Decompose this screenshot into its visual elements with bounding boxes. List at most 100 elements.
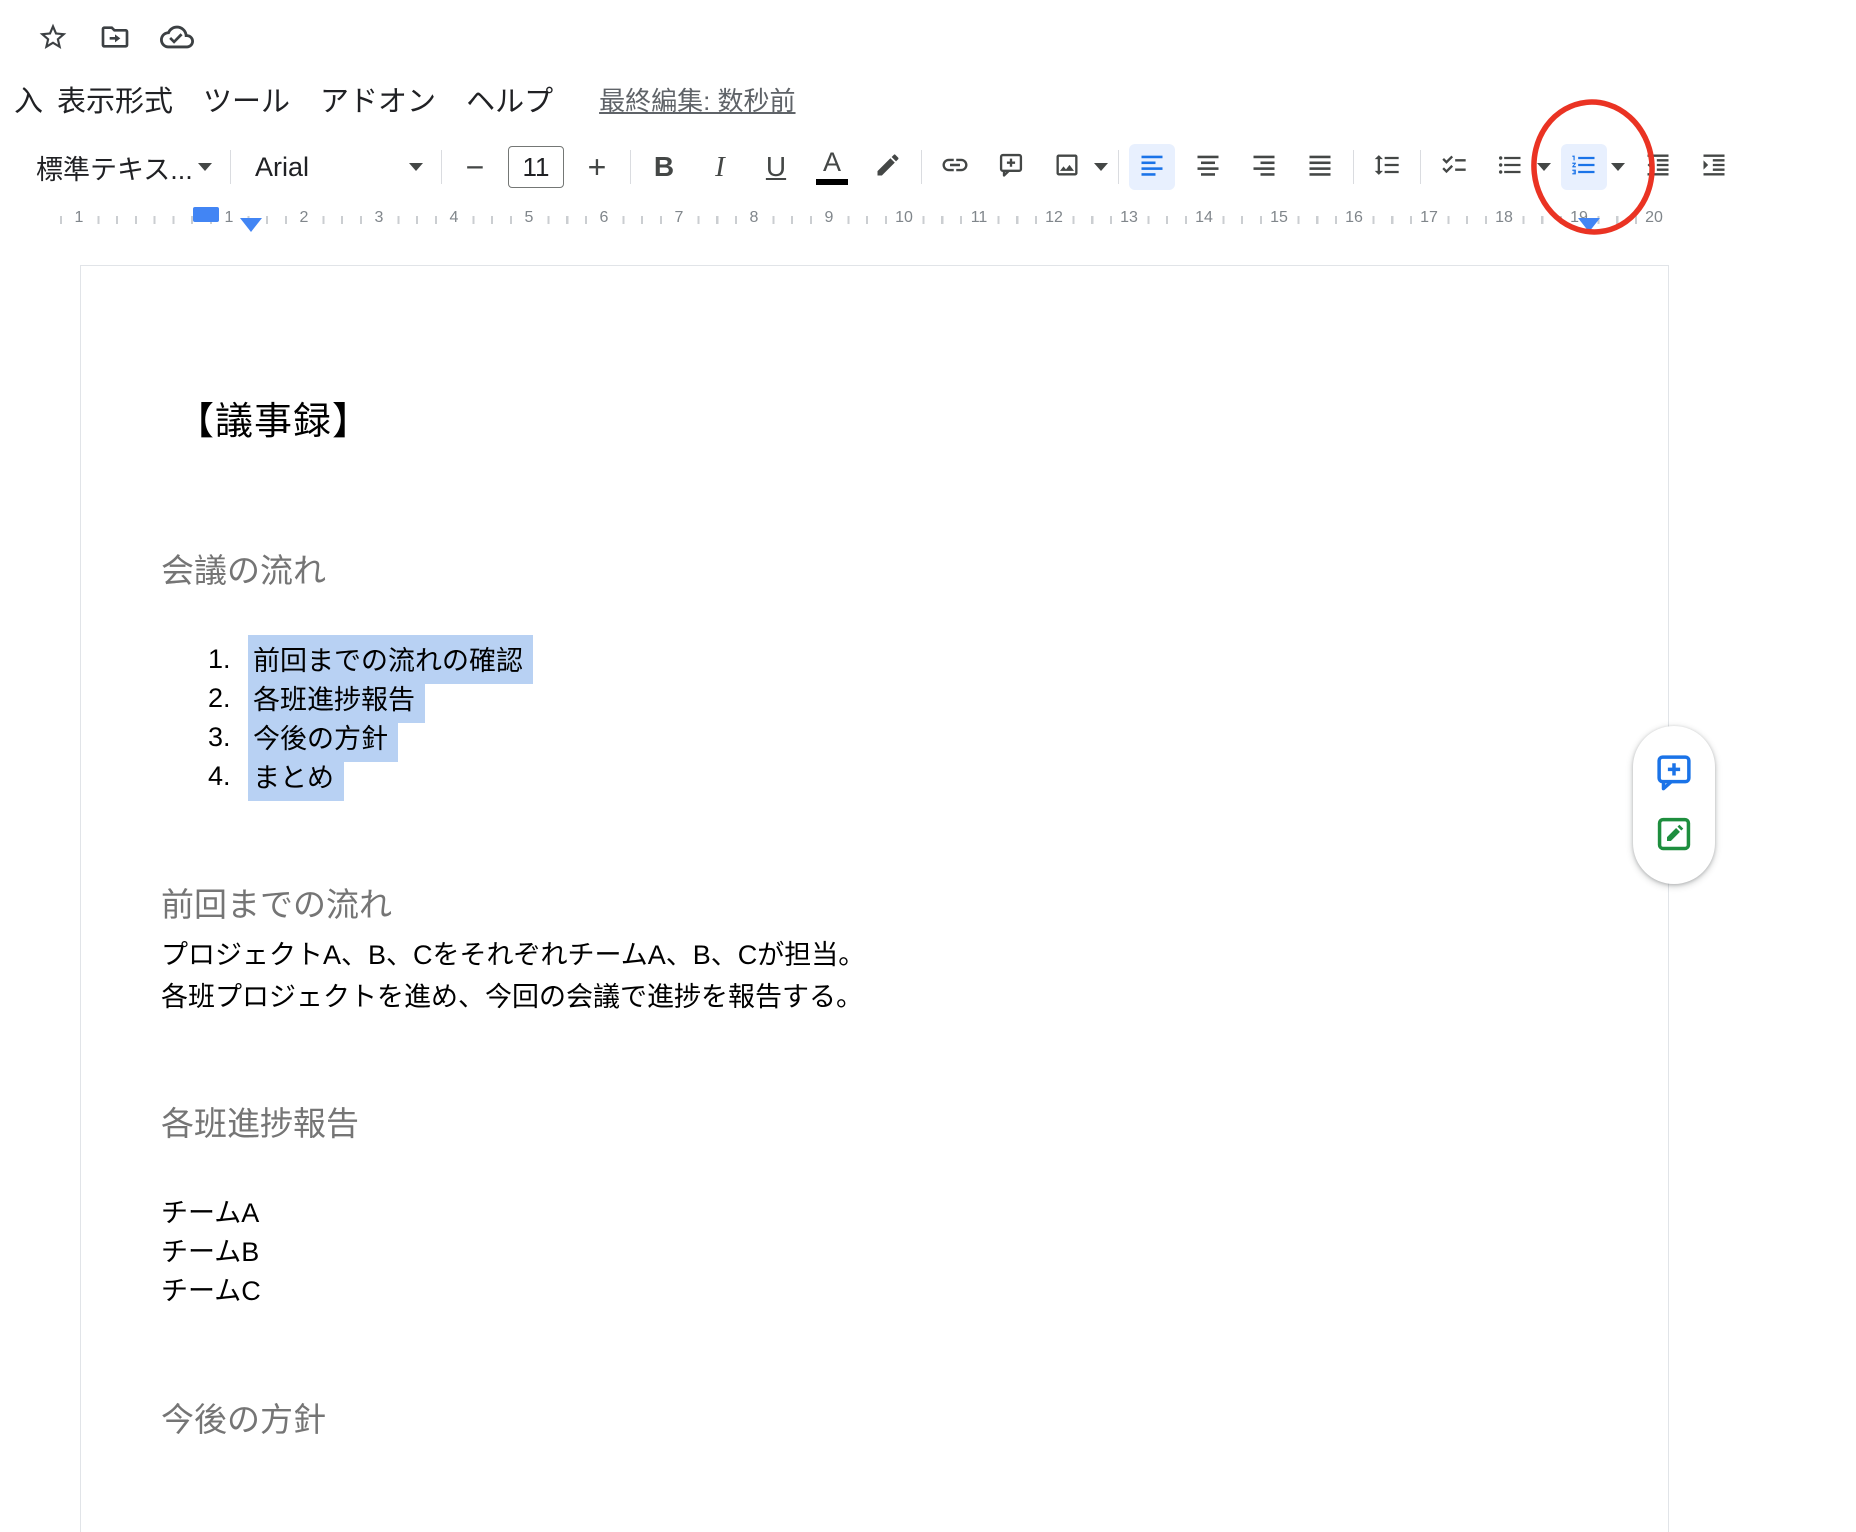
menu-item-help[interactable]: ヘルプ <box>466 78 553 120</box>
heading-meeting-flow[interactable]: 会議の流れ <box>161 544 326 592</box>
ruler-number: 13 <box>1116 209 1142 227</box>
chevron-down-icon <box>198 163 212 171</box>
ruler: 1 1 2 3 4 5 6 7 8 9 10 11 12 13 14 15 16… <box>0 206 1856 238</box>
right-indent-marker[interactable] <box>1578 218 1600 232</box>
indent-increase-icon <box>1700 151 1728 184</box>
indent-decrease-button[interactable] <box>1635 144 1681 190</box>
align-right-button[interactable] <box>1241 144 1287 190</box>
heading-progress-report[interactable]: 各班進捗報告 <box>161 1097 359 1145</box>
list-item-number: 3. <box>208 722 253 753</box>
align-left-button[interactable] <box>1129 144 1175 190</box>
add-comment-icon <box>997 151 1025 184</box>
menu-bar: 入 表示形式 ツール アドオン ヘルプ 最終編集: 数秒前 <box>14 78 796 120</box>
menu-item-tools[interactable]: ツール <box>203 78 290 120</box>
numbered-list-cluster <box>1561 144 1625 190</box>
ruler-number: 1 <box>216 209 242 227</box>
document-title-text[interactable]: 【議事録】 <box>176 390 371 445</box>
font-size-decrease-button[interactable]: − <box>452 144 498 190</box>
title-actions-row <box>34 20 196 58</box>
left-indent-marker[interactable] <box>240 218 262 232</box>
ruler-number: 12 <box>1041 209 1067 227</box>
toolbar-divider <box>921 150 922 184</box>
document-page[interactable]: 【議事録】 会議の流れ 1. 前回までの流れの確認 2. 各班進捗報告 3. 今… <box>80 265 1669 1532</box>
chevron-down-icon[interactable] <box>1094 163 1108 171</box>
insert-link-button[interactable] <box>932 144 978 190</box>
menu-item-insert-partial[interactable]: 入 <box>14 78 43 120</box>
align-center-icon <box>1194 151 1222 184</box>
toolbar-divider <box>1118 150 1119 184</box>
team-line[interactable]: チームA <box>161 1194 261 1233</box>
toolbar-divider <box>1420 150 1421 184</box>
list-item-text-selected[interactable]: まとめ <box>248 752 344 801</box>
ruler-number: 6 <box>591 209 617 227</box>
chevron-down-icon <box>409 163 423 171</box>
cloud-saved-icon <box>160 20 194 59</box>
first-line-indent-marker[interactable] <box>193 207 219 222</box>
paragraph-style-label: 標準テキス... <box>36 148 193 187</box>
line-spacing-button[interactable] <box>1364 144 1410 190</box>
google-docs-app: 入 表示形式 ツール アドオン ヘルプ 最終編集: 数秒前 標準テキス... A… <box>0 0 1856 1532</box>
link-icon <box>940 150 970 185</box>
menu-item-addons[interactable]: アドオン <box>320 78 436 120</box>
team-line[interactable]: チームC <box>161 1272 261 1311</box>
last-edit-link[interactable]: 最終編集: 数秒前 <box>599 81 795 118</box>
toolbar-divider <box>230 150 231 184</box>
menu-item-format[interactable]: 表示形式 <box>57 78 173 120</box>
ruler-number: 11 <box>966 209 992 227</box>
bold-button[interactable]: B <box>641 144 687 190</box>
toolbar-divider <box>630 150 631 184</box>
save-status-button[interactable] <box>158 20 196 58</box>
bulleted-list-button[interactable] <box>1487 144 1533 190</box>
star-button[interactable] <box>34 20 72 58</box>
text-color-button[interactable]: A <box>809 144 855 190</box>
checklist-icon <box>1440 151 1468 184</box>
font-size-increase-button[interactable]: + <box>574 144 620 190</box>
ruler-number: 7 <box>666 209 692 227</box>
toolbar-divider <box>441 150 442 184</box>
add-comment-fab[interactable] <box>1651 751 1697 797</box>
paragraph-line[interactable]: プロジェクトA、B、CをそれぞれチームA、B、Cが担当。 <box>161 934 865 976</box>
ruler-number: 9 <box>816 209 842 227</box>
numbered-list-button[interactable] <box>1561 144 1607 190</box>
font-size-input[interactable]: 11 <box>508 146 564 188</box>
underline-button[interactable]: U <box>753 144 799 190</box>
ruler-number: 8 <box>741 209 767 227</box>
chevron-down-icon[interactable] <box>1611 163 1625 171</box>
insert-image-button[interactable] <box>1044 144 1090 190</box>
team-line[interactable]: チームB <box>161 1233 261 1272</box>
suggest-edits-fab[interactable] <box>1651 813 1697 859</box>
ruler-number: 2 <box>291 209 317 227</box>
align-center-button[interactable] <box>1185 144 1231 190</box>
heading-future-policy[interactable]: 今後の方針 <box>161 1393 326 1441</box>
checklist-button[interactable] <box>1431 144 1477 190</box>
text-color-icon: A <box>816 149 848 185</box>
ruler-number: 10 <box>891 209 917 227</box>
move-document-button[interactable] <box>96 20 134 58</box>
team-list[interactable]: チームA チームB チームC <box>161 1194 261 1311</box>
add-comment-icon <box>1653 751 1695 798</box>
add-comment-button[interactable] <box>988 144 1034 190</box>
ruler-number: 18 <box>1491 209 1517 227</box>
paragraph-line[interactable]: 各班プロジェクトを進め、今回の会議で進捗を報告する。 <box>161 976 865 1018</box>
font-selector[interactable]: Arial <box>241 144 431 190</box>
ruler-number: 3 <box>366 209 392 227</box>
insert-image-cluster <box>1044 144 1108 190</box>
justify-button[interactable] <box>1297 144 1343 190</box>
heading-previous-flow[interactable]: 前回までの流れ <box>161 878 392 926</box>
indent-increase-button[interactable] <box>1691 144 1737 190</box>
highlighter-icon <box>874 151 902 184</box>
bulleted-list-cluster <box>1487 144 1551 190</box>
bulleted-list-icon <box>1496 151 1524 184</box>
numbered-list-item[interactable]: 4. まとめ <box>208 757 344 796</box>
italic-button[interactable]: I <box>697 144 743 190</box>
ruler-number: 4 <box>441 209 467 227</box>
justify-icon <box>1306 151 1334 184</box>
font-name-label: Arial <box>255 152 309 183</box>
paragraph[interactable]: プロジェクトA、B、CをそれぞれチームA、B、Cが担当。 各班プロジェクトを進め… <box>161 934 865 1018</box>
line-spacing-icon <box>1373 151 1401 184</box>
indent-decrease-icon <box>1644 151 1672 184</box>
list-item-number: 2. <box>208 683 253 714</box>
paragraph-style-selector[interactable]: 標準テキス... <box>30 144 220 190</box>
chevron-down-icon[interactable] <box>1537 163 1551 171</box>
highlight-color-button[interactable] <box>865 144 911 190</box>
